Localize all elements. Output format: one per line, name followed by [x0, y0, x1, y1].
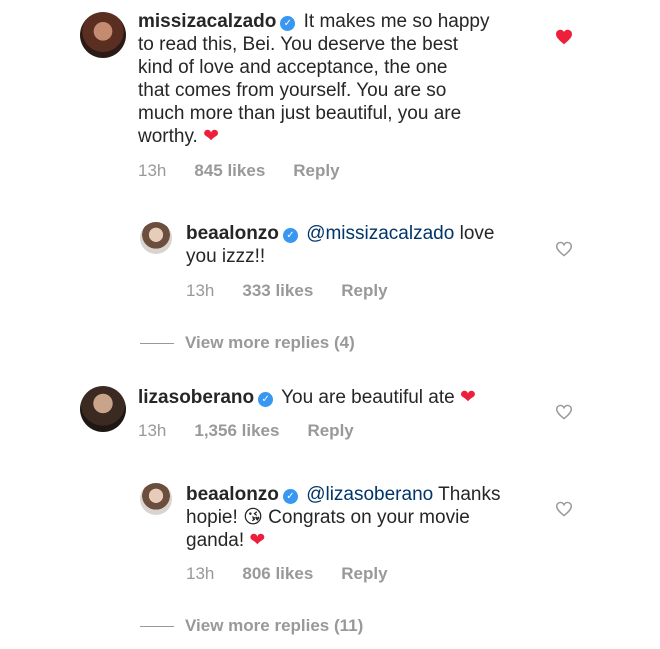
- view-more-replies-button[interactable]: View more replies (11): [140, 616, 363, 636]
- comment-meta: 13h 845 likes Reply: [138, 161, 368, 181]
- timestamp: 13h: [138, 421, 167, 440]
- reply-button[interactable]: Reply: [341, 281, 387, 300]
- comment-line: kind of love and acceptance, the one: [138, 57, 448, 78]
- comment-line: you izzz!!: [186, 246, 266, 267]
- reply-button[interactable]: Reply: [307, 421, 353, 440]
- verified-badge-icon: ✓: [282, 228, 298, 243]
- comment-line: to read this, Bei. You deserve the best: [138, 34, 459, 55]
- heart-outline-icon[interactable]: [555, 241, 573, 257]
- red-heart-emoji-icon: ❤: [459, 386, 476, 408]
- avatar-beaalonzo[interactable]: [140, 483, 172, 515]
- comment-text: beaalonzo ✓ @missizacalzado love you izzz…: [186, 222, 546, 268]
- comment-line: worthy.: [138, 126, 198, 147]
- avatar-lizasoberano[interactable]: [80, 386, 126, 432]
- view-more-replies-button[interactable]: View more replies (4): [140, 333, 355, 353]
- likes-count[interactable]: 333 likes: [242, 281, 313, 300]
- username[interactable]: beaalonzo: [186, 223, 279, 244]
- comment-text: missizacalzado ✓ It makes me so happy to …: [138, 10, 548, 148]
- red-heart-emoji-icon: ❤: [203, 125, 220, 147]
- avatar-missizacalzado[interactable]: [80, 12, 126, 58]
- comment-line: Thanks: [438, 484, 501, 505]
- reply-button[interactable]: Reply: [293, 161, 339, 180]
- kiss-emoji-icon: 😘: [243, 506, 263, 528]
- comment-meta: 13h 333 likes Reply: [186, 281, 416, 301]
- verified-badge-icon: ✓: [282, 489, 298, 504]
- verified-badge-icon: ✓: [258, 392, 274, 407]
- divider-line: [140, 342, 174, 344]
- divider-line: [140, 625, 174, 627]
- reply-button[interactable]: Reply: [341, 564, 387, 583]
- comment-line: love: [459, 223, 495, 244]
- view-more-label[interactable]: View more replies (4): [185, 333, 355, 353]
- comment-line: You are beautiful ate: [281, 387, 455, 408]
- timestamp: 13h: [138, 161, 167, 180]
- mention-link[interactable]: @lizasoberano: [306, 484, 433, 505]
- username[interactable]: lizasoberano: [138, 387, 254, 408]
- timestamp: 13h: [186, 564, 215, 583]
- comment-line: ganda!: [186, 530, 245, 551]
- view-more-label[interactable]: View more replies (11): [185, 616, 363, 636]
- comment-line: It makes me so happy: [303, 11, 490, 32]
- comment-text: lizasoberano ✓ You are beautiful ate ❤: [138, 386, 548, 409]
- comment-meta: 13h 806 likes Reply: [186, 564, 416, 584]
- heart-outline-icon[interactable]: [555, 404, 573, 420]
- likes-count[interactable]: 1,356 likes: [194, 421, 279, 440]
- likes-count[interactable]: 806 likes: [242, 564, 313, 583]
- comment-line: Congrats on your movie: [268, 507, 470, 528]
- comment-text: beaalonzo ✓ @lizasoberano Thanks hopie! 😘…: [186, 483, 546, 552]
- comment-meta: 13h 1,356 likes Reply: [138, 421, 382, 441]
- username[interactable]: missizacalzado: [138, 11, 276, 32]
- heart-outline-icon[interactable]: [555, 501, 573, 517]
- username[interactable]: beaalonzo: [186, 484, 279, 505]
- mention-link[interactable]: @missizacalzado: [306, 223, 454, 244]
- heart-filled-icon[interactable]: [555, 29, 573, 45]
- comment-line: much more than just beautiful, you are: [138, 103, 462, 124]
- red-heart-emoji-icon: ❤: [249, 529, 266, 551]
- likes-count[interactable]: 845 likes: [194, 161, 265, 180]
- avatar-beaalonzo[interactable]: [140, 222, 172, 254]
- comment-line: hopie!: [186, 507, 238, 528]
- comment-line: that comes from yourself. You are so: [138, 80, 447, 101]
- timestamp: 13h: [186, 281, 215, 300]
- verified-badge-icon: ✓: [280, 16, 296, 31]
